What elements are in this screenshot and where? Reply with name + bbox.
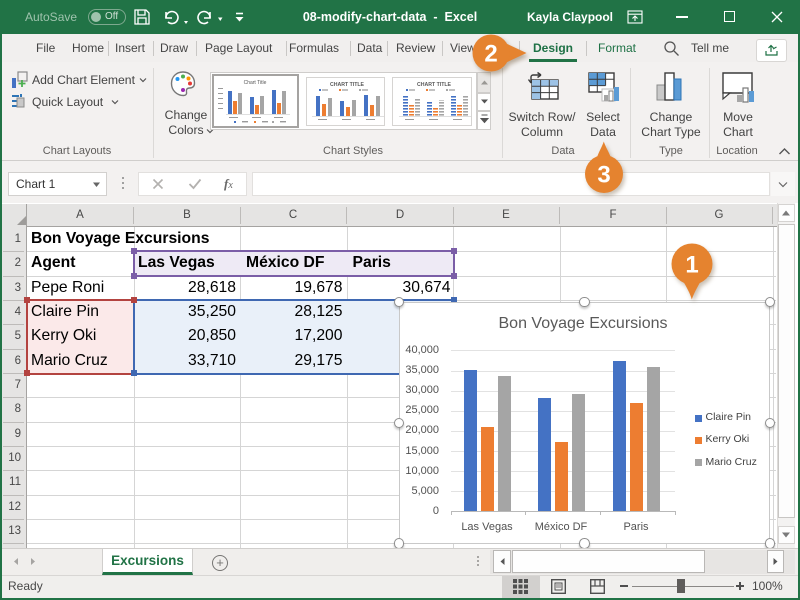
svg-text:CHART TITLE: CHART TITLE bbox=[417, 82, 452, 88]
svg-text:Chart Title: Chart Title bbox=[244, 80, 267, 86]
svg-text:CHART TITLE: CHART TITLE bbox=[330, 82, 365, 88]
